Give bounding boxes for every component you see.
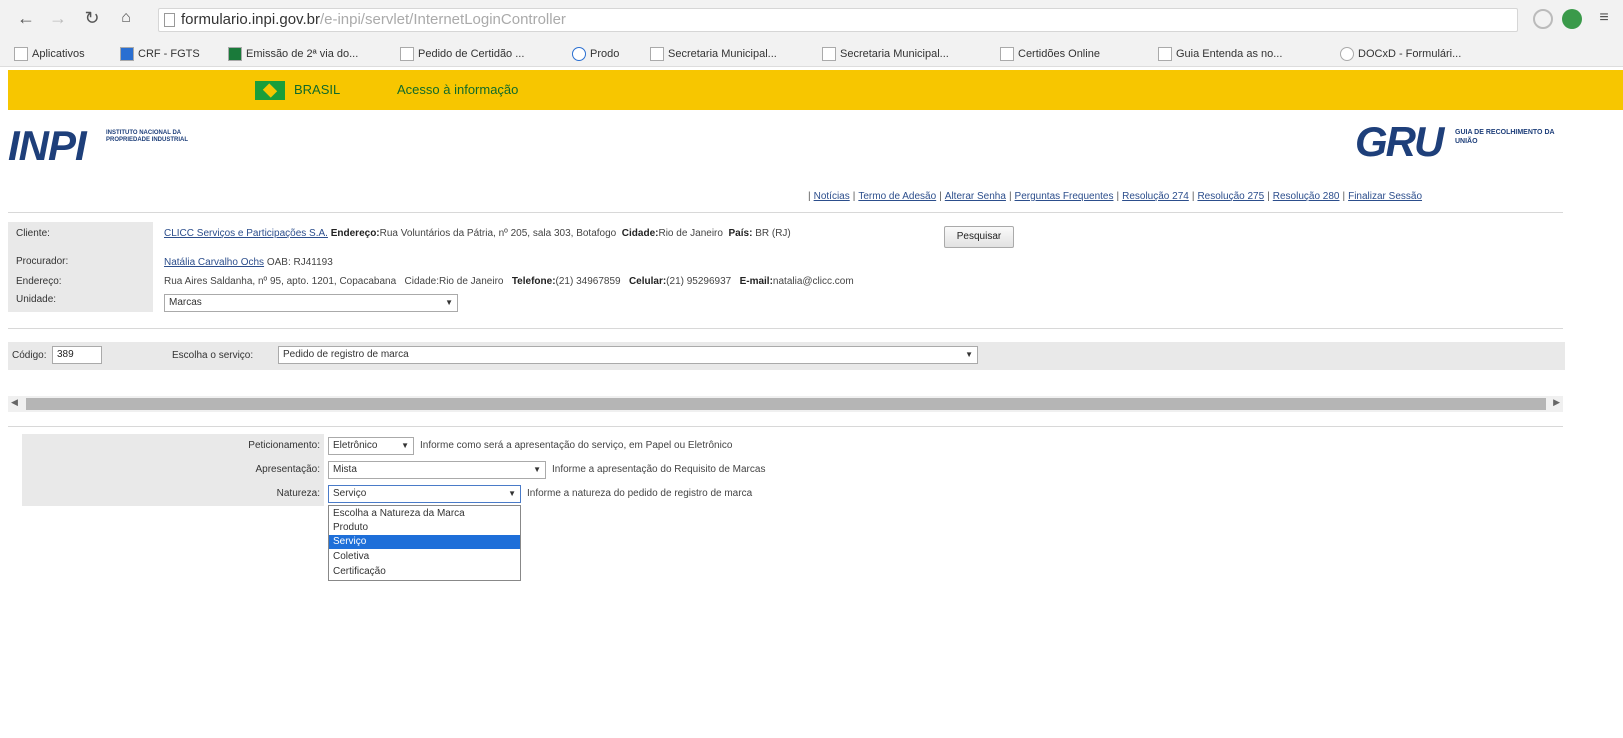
divider [8,426,1563,427]
bookmark-star-icon[interactable] [1533,9,1553,29]
bookmark-icon [228,47,242,61]
bookmark-icon [1000,47,1014,61]
page-icon [164,13,175,27]
pesquisar-button[interactable]: Pesquisar [944,226,1014,248]
bookmark-icon [1340,47,1354,61]
link-resolucao-275[interactable]: Resolução 275 [1197,191,1264,202]
link-resolucao-274[interactable]: Resolução 274 [1122,191,1189,202]
menu-icon[interactable]: ≡ [1592,6,1616,30]
codigo-label: Código: [12,350,47,361]
reload-icon[interactable]: ↻ [80,6,104,30]
bookmark-item[interactable]: CRF - FGTS [120,46,200,62]
procurador-row: Natália Carvalho Ochs OAB: RJ41193 [164,257,333,268]
natureza-option-selected[interactable]: Serviço [329,535,520,549]
unidade-select[interactable]: Marcas ▼ [164,294,458,312]
link-alterar-senha[interactable]: Alterar Senha [945,191,1006,202]
natureza-hint: Informe a natureza do pedido de registro… [527,488,753,499]
brazil-flag-icon [255,81,285,100]
procurador-name-link[interactable]: Natália Carvalho Ochs [164,257,264,268]
bookmark-icon [400,47,414,61]
scrollbar-thumb[interactable] [26,398,1546,410]
dropdown-arrow-icon: ▼ [401,441,409,450]
bookmark-icon [120,47,134,61]
natureza-option[interactable]: Produto [329,521,520,535]
apresentacao-hint: Informe a apresentação do Requisito de M… [552,464,766,475]
apresentacao-label: Apresentação: [255,464,321,475]
bookmark-item[interactable]: Guia Entenda as no... [1158,46,1282,62]
bookmark-item[interactable]: Emissão de 2ª via do... [228,46,358,62]
scroll-left-icon[interactable]: ◀ [11,397,18,408]
bookmark-item[interactable]: Prodo [572,46,619,62]
bookmark-icon [1158,47,1172,61]
escolha-servico-label: Escolha o serviço: [172,350,254,361]
servico-select[interactable]: Pedido de registro de marca ▼ [278,346,978,364]
bookmark-item[interactable]: Secretaria Municipal... [650,46,777,62]
address-bar[interactable]: formulario.inpi.gov.br/e-inpi/servlet/In… [158,8,1518,32]
client-label-column: Cliente: Procurador: Endereço: Unidade: [8,222,153,312]
gov-bar: BRASIL Acesso à informação [8,70,1623,110]
dropdown-arrow-icon: ▼ [533,465,541,474]
bookmark-item[interactable]: Pedido de Certidão ... [400,46,524,62]
scroll-right-icon[interactable]: ▶ [1553,397,1560,408]
codigo-input[interactable]: 389 [52,346,102,364]
bookmark-icon [572,47,586,61]
home-icon[interactable]: ⌂ [114,6,138,30]
bookmark-item[interactable]: Certidões Online [1000,46,1100,62]
client-row: CLICC Serviços e Participações S.A. Ende… [164,228,791,239]
natureza-label: Natureza: [276,488,320,499]
horizontal-scrollbar[interactable]: ◀ ▶ [8,396,1563,412]
label-endereco: Endereço: [16,276,62,287]
label-procurador: Procurador: [16,256,69,267]
bookmark-icon [650,47,664,61]
client-name-link[interactable]: CLICC Serviços e Participações S.A. [164,228,328,239]
header-links: | Notícias | Termo de Adesão | Alterar Senha |… [808,191,1423,202]
peticionamento-select[interactable]: Eletrônico ▼ [328,437,414,455]
apresentacao-select[interactable]: Mista ▼ [328,461,546,479]
form-label-column: Peticionamento: Apresentação: Natureza: [22,434,324,506]
browser-toolbar: ← → ↻ ⌂ formulario.inpi.gov.br/e-inpi/se… [0,0,1623,42]
link-resolucao-280[interactable]: Resolução 280 [1273,191,1340,202]
bookmarks-bar: Aplicativos CRF - FGTS Emissão de 2ª via… [0,42,1623,67]
forward-arrow-icon[interactable]: → [46,6,70,30]
extension-icon[interactable] [1562,9,1582,29]
peticionamento-label: Peticionamento: [248,440,320,451]
url-host: formulario.inpi.gov.br [181,11,320,28]
brasil-link[interactable]: BRASIL [294,81,340,99]
back-arrow-icon[interactable]: ← [14,6,38,30]
url-path: /e-inpi/servlet/InternetLoginController [319,11,566,28]
dropdown-arrow-icon: ▼ [508,489,516,498]
dropdown-arrow-icon: ▼ [965,350,973,359]
link-finalizar-sessao[interactable]: Finalizar Sessão [1348,191,1422,202]
natureza-select[interactable]: Serviço ▼ [328,485,521,503]
apps-icon [14,47,28,61]
link-perguntas[interactable]: Perguntas Frequentes [1015,191,1114,202]
peticionamento-hint: Informe como será a apresentação do serv… [420,440,733,451]
natureza-option[interactable]: Escolha a Natureza da Marca [329,507,520,521]
label-unidade: Unidade: [16,294,57,305]
label-cliente: Cliente: [16,228,50,239]
link-termo-adesao[interactable]: Termo de Adesão [858,191,936,202]
natureza-option[interactable]: Certificação [329,565,520,579]
natureza-option[interactable]: Coletiva [329,550,520,564]
divider [8,328,1563,329]
bookmark-item[interactable]: Secretaria Municipal... [822,46,949,62]
bookmark-icon [822,47,836,61]
endereco-row: Rua Aires Saldanha, nº 95, apto. 1201, C… [164,276,854,287]
bookmark-item[interactable]: Aplicativos [14,46,85,62]
link-noticias[interactable]: Notícias [814,191,850,202]
bookmark-item[interactable]: DOCxD - Formulári... [1340,46,1461,62]
dropdown-arrow-icon: ▼ [445,298,453,307]
divider [8,212,1563,213]
natureza-dropdown-list: Escolha a Natureza da Marca Produto Serv… [328,505,521,581]
access-info-link[interactable]: Acesso à informação [397,81,518,99]
